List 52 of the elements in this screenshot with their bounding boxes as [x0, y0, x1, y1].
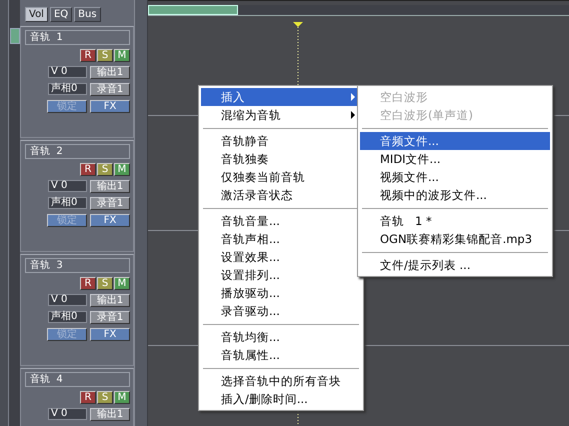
mute-toggle-button[interactable]: M	[114, 391, 130, 404]
record-toggle-button[interactable]: R	[80, 49, 96, 62]
track-name-field[interactable]: 音轨 4	[25, 372, 130, 387]
fx-button[interactable]: FX	[90, 214, 130, 227]
menu-item[interactable]: 音轨静音	[201, 132, 361, 150]
volume-field[interactable]: V 0	[48, 294, 87, 306]
menu-item[interactable]: 插入/删除时间...	[201, 390, 361, 408]
mute-toggle-button[interactable]: M	[114, 163, 130, 176]
menu-item[interactable]: 音轨 1 *	[360, 212, 550, 230]
panel-tab[interactable]: EQ	[50, 7, 72, 22]
submenu-arrow-icon	[351, 111, 355, 119]
menu-item[interactable]: 音轨独奏	[201, 150, 361, 168]
menu-item[interactable]: 设置效果...	[201, 248, 361, 266]
pan-field[interactable]: 声相0	[48, 197, 87, 209]
volume-field[interactable]: V 0	[48, 66, 87, 78]
mute-toggle-button[interactable]: M	[114, 277, 130, 290]
fx-button[interactable]: FX	[90, 328, 130, 341]
panel-tab[interactable]: Vol	[25, 7, 48, 22]
record-toggle-button[interactable]: R	[80, 163, 96, 176]
volume-field[interactable]: V 0	[48, 408, 87, 420]
menu-item[interactable]: MIDI文件...	[360, 150, 550, 168]
track-name-field[interactable]: 音轨 1	[25, 30, 130, 45]
panel-tab[interactable]: Bus	[74, 7, 101, 22]
track-name-field[interactable]: 音轨 2	[25, 144, 130, 159]
menu-item[interactable]: 激活录音状态	[201, 186, 361, 204]
menu-item[interactable]: 选择音轨中的所有音块	[201, 372, 361, 390]
volume-field[interactable]: V 0	[48, 180, 87, 192]
menu-item[interactable]: 设置排列...	[201, 266, 361, 284]
fx-button[interactable]: FX	[90, 100, 130, 113]
scroll-thumb[interactable]	[148, 5, 238, 15]
menu-item[interactable]: 音频文件...	[360, 132, 550, 150]
pan-field[interactable]: 声相0	[48, 83, 87, 95]
menu-item[interactable]: 视频文件...	[360, 168, 550, 186]
menu-item[interactable]: 音轨音量...	[201, 212, 361, 230]
mute-toggle-button[interactable]: M	[114, 49, 130, 62]
menu-item[interactable]: 文件/提示列表 ...	[360, 256, 550, 274]
menu-item[interactable]: OGN联赛精彩集锦配音.mp3	[360, 230, 550, 248]
submenu-arrow-icon	[351, 93, 355, 101]
record-toggle-button[interactable]: R	[80, 277, 96, 290]
menu-item[interactable]: 混缩为音轨	[201, 106, 361, 124]
track-name-field[interactable]: 音轨 3	[25, 258, 130, 273]
overview-scrollbar[interactable]	[148, 5, 569, 16]
menu-item[interactable]: 音轨属性...	[201, 346, 361, 364]
pan-field[interactable]: 声相0	[48, 311, 87, 323]
menu-item[interactable]: 音轨声相...	[201, 230, 361, 248]
menu-item[interactable]: 仅独奏当前音轨	[201, 168, 361, 186]
record-toggle-button[interactable]: R	[80, 391, 96, 404]
menu-item[interactable]: 视频中的波形文件...	[360, 186, 550, 204]
menu-item[interactable]: 录音驱动...	[201, 302, 361, 320]
level-meter	[10, 28, 20, 44]
menu-item[interactable]: 播放驱动...	[201, 284, 361, 302]
menu-item[interactable]: 音轨均衡...	[201, 328, 361, 346]
